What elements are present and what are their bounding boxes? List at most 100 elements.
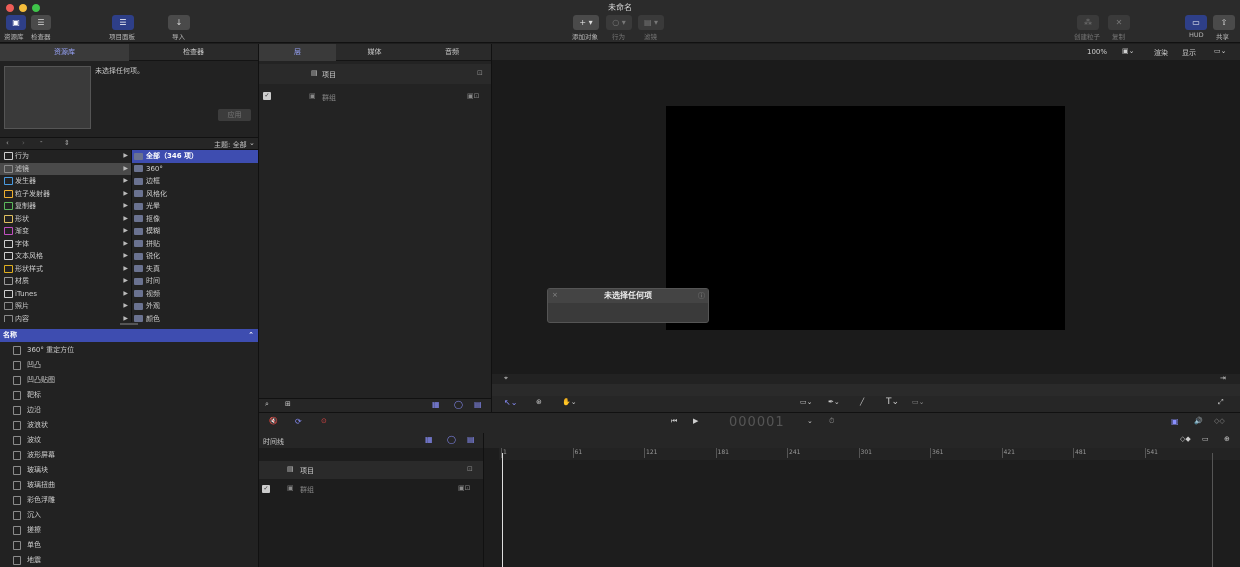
list-item[interactable]: 波形屏幕	[0, 448, 258, 463]
rectangle-tool-icon[interactable]: ▭⌄	[800, 398, 812, 406]
select-tool-icon[interactable]: ↖⌄	[504, 398, 517, 407]
disclosure-arrow-icon[interactable]: ▶	[123, 263, 128, 276]
subcategory-item[interactable]: 视频	[132, 288, 258, 301]
subcategory-item[interactable]: 拼贴	[132, 238, 258, 251]
close-icon[interactable]: ×	[552, 291, 558, 299]
disclosure-arrow-icon[interactable]: ▶	[123, 288, 128, 301]
disclosure-arrow-icon[interactable]: ▶	[123, 300, 128, 313]
tab-audio[interactable]: 音频	[413, 44, 491, 61]
out-point-icon[interactable]: ⇥	[1220, 374, 1226, 382]
audio-icon[interactable]: 🔊	[1194, 417, 1203, 425]
list-item[interactable]: 彩色浮雕	[0, 493, 258, 508]
project-panel-button[interactable]: ☰	[112, 15, 134, 30]
subcategory-item[interactable]: 颜色	[132, 313, 258, 322]
go-to-start-icon[interactable]: ⏮	[671, 417, 677, 426]
playhead[interactable]	[502, 453, 503, 567]
layer-checkbox[interactable]: ✓	[263, 92, 271, 100]
category-item[interactable]: 渐变 ▶	[0, 225, 131, 238]
loop-icon[interactable]: ⟳	[295, 417, 302, 426]
render-menu[interactable]: 渲染	[1154, 48, 1168, 58]
canvas-frame[interactable]	[666, 106, 1065, 330]
bezier-tool-icon[interactable]: ✒⌄	[828, 398, 840, 406]
list-item[interactable]: 凹凸贴图	[0, 373, 258, 388]
list-item[interactable]: 凹凸	[0, 358, 258, 373]
timeline-row-project[interactable]: ▤ 项目 ⊡	[259, 461, 483, 479]
resize-handle[interactable]	[120, 323, 138, 325]
disclosure-arrow-icon[interactable]: ▶	[123, 250, 128, 263]
playhead-icon[interactable]: ⌖	[504, 374, 508, 383]
mini-timeline[interactable]: ⌖ ⇥	[492, 374, 1240, 384]
subcategory-item[interactable]: 外观	[132, 300, 258, 313]
behaviors-button[interactable]: ○ ▾	[606, 15, 632, 30]
layers-icon[interactable]: ▤	[467, 435, 475, 444]
category-item[interactable]: 材质 ▶	[0, 275, 131, 288]
layer-checkbox[interactable]: ✓	[262, 485, 270, 493]
list-item[interactable]: 搓擦	[0, 523, 258, 538]
list-item[interactable]: 玻璃块	[0, 463, 258, 478]
keyframe-nav-icon[interactable]: ◇◆	[1180, 435, 1191, 443]
import-button[interactable]: ↓	[168, 15, 190, 30]
anchor-tool-icon[interactable]: ⊛	[536, 398, 542, 406]
mask-tool-icon[interactable]: ▭⌄	[912, 398, 924, 406]
zoom-slider-icon[interactable]: ▭	[1202, 435, 1209, 443]
disclosure-arrow-icon[interactable]: ▶	[123, 238, 128, 251]
category-item[interactable]: 形状 ▶	[0, 213, 131, 226]
list-item[interactable]: 波纹	[0, 433, 258, 448]
category-item[interactable]: 字体 ▶	[0, 238, 131, 251]
tab-inspector[interactable]: 检查器	[129, 44, 258, 61]
subcategory-item[interactable]: 锐化	[132, 250, 258, 263]
category-item[interactable]: 粒子发射器 ▶	[0, 188, 131, 201]
list-item[interactable]: 边沿	[0, 403, 258, 418]
subcategory-item[interactable]: 全部（346 项）	[132, 150, 258, 163]
disclosure-arrow-icon[interactable]: ▶	[123, 313, 128, 323]
view-menu[interactable]: 显示	[1182, 48, 1196, 58]
hand-tool-icon[interactable]: ✋⌄	[562, 398, 577, 406]
hud-panel[interactable]: 未选择任何项 × ⓘ	[547, 288, 709, 323]
lock-icon[interactable]: ⊡	[477, 69, 483, 77]
chevron-up-icon[interactable]: ⌃	[248, 329, 254, 342]
category-item[interactable]: 复制器 ▶	[0, 200, 131, 213]
library-button[interactable]: ▣	[6, 15, 26, 30]
subcategory-item[interactable]: 光晕	[132, 200, 258, 213]
list-item[interactable]: 靶标	[0, 388, 258, 403]
grid-icon[interactable]: ▦	[432, 400, 440, 409]
disclosure-arrow-icon[interactable]: ▶	[123, 188, 128, 201]
timecode-display[interactable]: 000001	[729, 415, 785, 430]
mask-icon[interactable]: ▣⊡	[458, 484, 470, 492]
circle-icon[interactable]: ◯	[454, 400, 463, 409]
timer-icon[interactable]: ⏱	[829, 417, 834, 426]
share-button[interactable]: ⇧	[1213, 15, 1235, 30]
subcategory-item[interactable]: 模糊	[132, 225, 258, 238]
tab-library[interactable]: 资源库	[0, 44, 129, 61]
hud-button[interactable]: ▭	[1185, 15, 1207, 30]
mute-icon[interactable]: 🔇	[269, 417, 278, 425]
video-timeline-icon[interactable]: ▣	[1171, 417, 1179, 426]
disclosure-arrow-icon[interactable]: ▶	[123, 163, 128, 176]
disclosure-arrow-icon[interactable]: ▶	[123, 213, 128, 226]
canvas-viewport[interactable]: 未选择任何项 × ⓘ	[492, 60, 1240, 374]
category-item[interactable]: iTunes ▶	[0, 288, 131, 301]
list-item[interactable]: 波浪状	[0, 418, 258, 433]
list-item[interactable]: 沉入	[0, 508, 258, 523]
layers-icon[interactable]: ▤	[474, 400, 482, 409]
items-header[interactable]: 名称 ⌃	[0, 329, 258, 342]
subcategory-item[interactable]: 360°	[132, 163, 258, 176]
tab-layers[interactable]: 层	[259, 44, 336, 61]
layout-icon[interactable]: ▭⌄	[1214, 47, 1226, 55]
subcategory-item[interactable]: 边框	[132, 175, 258, 188]
stepper-icon[interactable]: ⇕	[64, 139, 70, 147]
record-icon[interactable]: ⊙	[321, 417, 327, 425]
subcategory-item[interactable]: 时间	[132, 275, 258, 288]
disclosure-arrow-icon[interactable]: ▶	[123, 200, 128, 213]
fullscreen-icon[interactable]: ⤢	[1218, 398, 1224, 407]
mask-icon[interactable]: ▣⊡	[467, 92, 479, 100]
magnify-icon[interactable]: ⊕	[1224, 435, 1230, 443]
play-icon[interactable]: ▶	[693, 417, 698, 425]
disclosure-arrow-icon[interactable]: ▶	[123, 275, 128, 288]
forward-icon[interactable]: ›	[22, 139, 25, 147]
disclosure-arrow-icon[interactable]: ▶	[123, 150, 128, 163]
disclosure-arrow-icon[interactable]: ▶	[123, 225, 128, 238]
timeline-ruler[interactable]: 1 61 121 181 241 301 361 421 481 541	[499, 448, 1240, 460]
apply-button[interactable]: 应用	[218, 109, 251, 121]
out-marker[interactable]	[1212, 453, 1213, 567]
